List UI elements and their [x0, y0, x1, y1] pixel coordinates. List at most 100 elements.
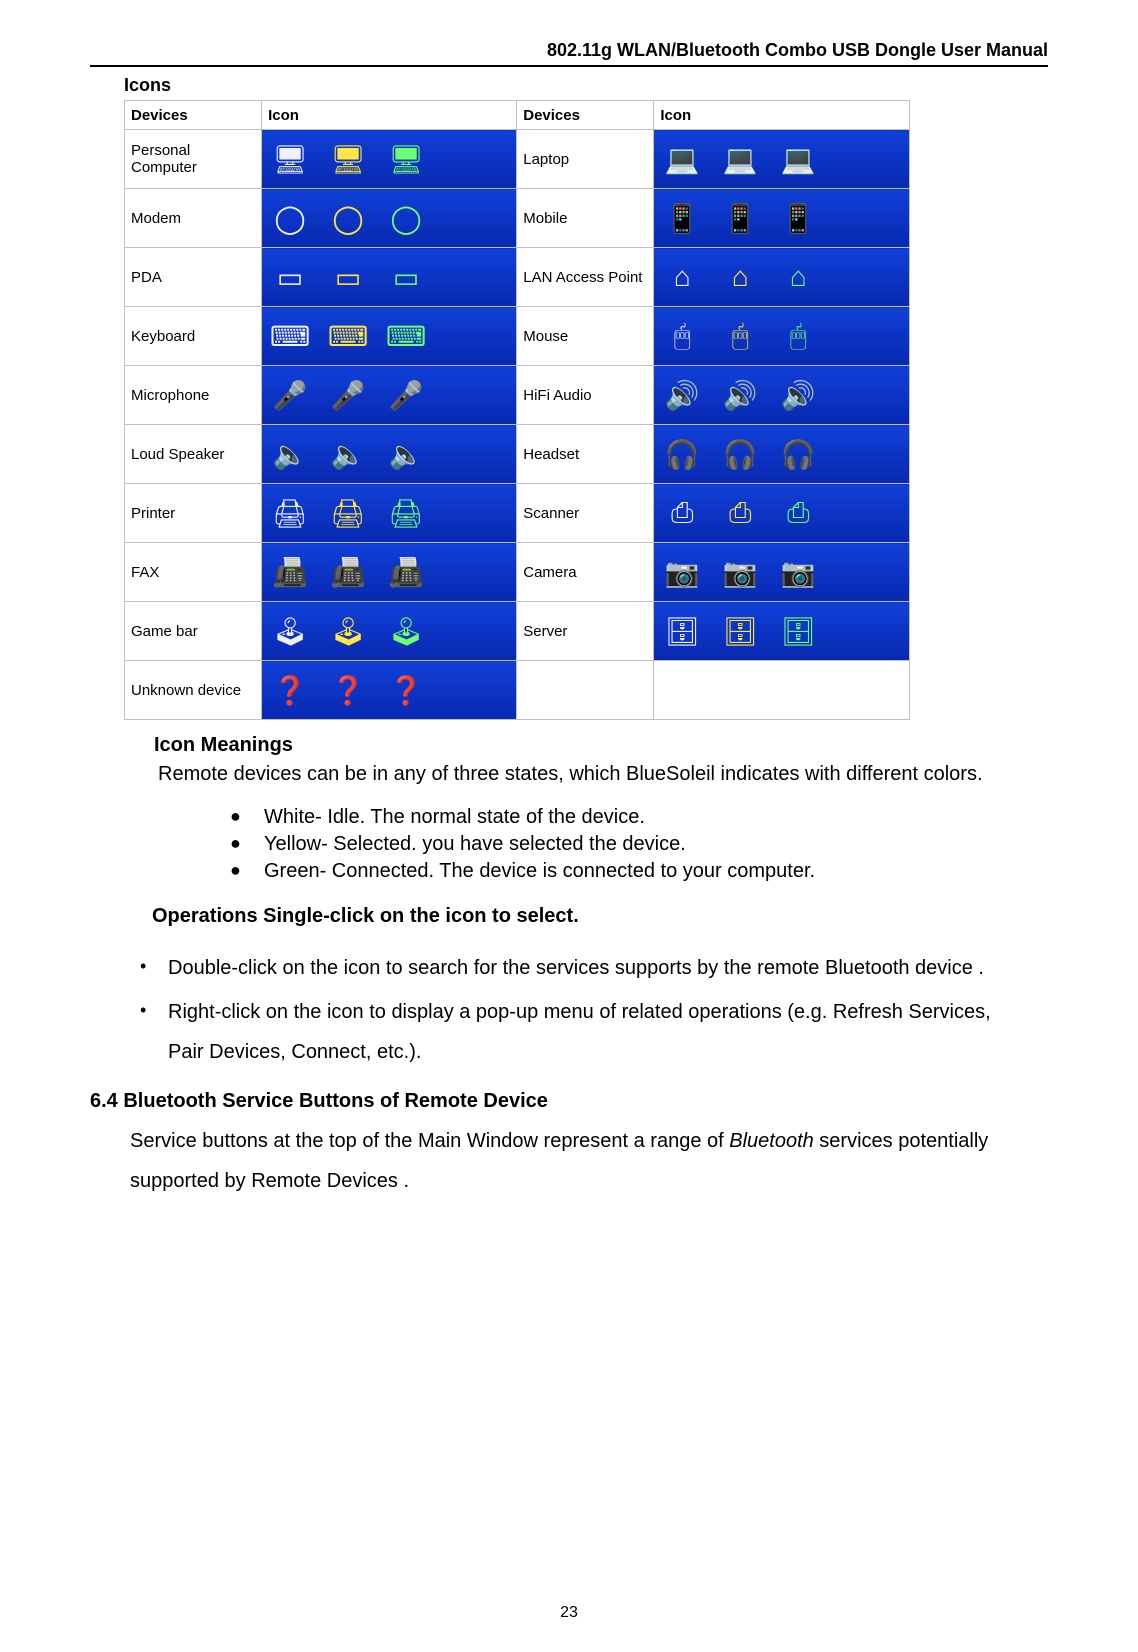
server-icon: 🗄 — [720, 611, 760, 651]
mouse-icon: 🖱 — [662, 316, 702, 356]
icon-meanings-heading: Icon Meanings — [154, 734, 1048, 757]
camera-icon: 📷 — [778, 552, 818, 592]
device-icons-right: ⎙⎙⎙ — [654, 484, 909, 543]
device-icons-left: 🕹 🕹 🕹 — [262, 602, 517, 661]
body-em: Bluetooth — [729, 1130, 814, 1152]
device-label-right: HiFi Audio — [517, 366, 654, 425]
device-icons-left: ▭▭▭ — [262, 248, 517, 307]
state-white: White- Idle. The normal state of the dev… — [230, 804, 1048, 831]
col-icon-2: Icon — [654, 101, 909, 130]
hifi-audio-icon: 🔊 — [778, 375, 818, 415]
laptop-icon: 💻 — [778, 139, 818, 179]
device-icons-left: 🎤🎤🎤 — [262, 366, 517, 425]
icons-title: Icons — [124, 75, 1048, 96]
scanner-icon: ⎙ — [778, 493, 818, 533]
headset-icon: 🎧 — [778, 434, 818, 474]
device-label-right: Mobile — [517, 189, 654, 248]
table-row: Personal Computer🖥🖥🖥Laptop💻💻💻 — [125, 130, 910, 189]
mouse-icon: 🖱 — [720, 316, 760, 356]
device-label-right: Camera — [517, 543, 654, 602]
server-icon: 🗄 — [778, 611, 818, 651]
state-list: White- Idle. The normal state of the dev… — [230, 804, 1048, 885]
icon-meanings-intro: Remote devices can be in any of three st… — [158, 761, 1008, 788]
op-doubleclick: Double-click on the icon to search for t… — [130, 948, 1008, 988]
device-icons-right: 📱 📱 📱 — [654, 189, 909, 248]
camera-icon: 📷 — [720, 552, 760, 592]
page-header: 802.11g WLAN/Bluetooth Combo USB Dongle … — [90, 40, 1048, 67]
personal-computer-icon: 🖥 — [328, 139, 368, 179]
game-bar-icon: 🕹 — [328, 611, 368, 651]
device-icons-right: 🔊🔊🔊 — [654, 366, 909, 425]
table-row: Loud Speaker🔈🔈🔈Headset🎧🎧🎧 — [125, 425, 910, 484]
device-icons-right: 📷 📷 📷 — [654, 543, 909, 602]
device-label-left: Printer — [125, 484, 262, 543]
device-label-right: Mouse — [517, 307, 654, 366]
page-number: 23 — [0, 1604, 1138, 1622]
table-row: Printer🖨🖨🖨Scanner⎙⎙⎙ — [125, 484, 910, 543]
mouse-icon: 🖱 — [778, 316, 818, 356]
device-label-left: Modem — [125, 189, 262, 248]
table-row: Modem◯◯◯Mobile📱📱📱 — [125, 189, 910, 248]
headset-icon: 🎧 — [720, 434, 760, 474]
loud-speaker-icon: 🔈 — [328, 434, 368, 474]
table-row: FAX📠📠📠Camera📷📷📷 — [125, 543, 910, 602]
keyboard-icon: ⌨ — [386, 316, 426, 356]
section-6-4-body: Service buttons at the top of the Main W… — [130, 1121, 1048, 1201]
fax-icon: 📠 — [328, 552, 368, 592]
device-label-left: Unknown device — [125, 661, 262, 720]
server-icon: 🗄 — [662, 611, 702, 651]
device-icons-left: 📠📠📠 — [262, 543, 517, 602]
keyboard-icon: ⌨ — [270, 316, 310, 356]
modem-icon: ◯ — [270, 198, 310, 238]
device-icons-left: ◯◯◯ — [262, 189, 517, 248]
lan-access-point-icon: ⌂ — [778, 257, 818, 297]
pda-icon: ▭ — [386, 257, 426, 297]
device-label-left: PDA — [125, 248, 262, 307]
device-label-right: Laptop — [517, 130, 654, 189]
state-yellow: Yellow- Selected. you have selected the … — [230, 831, 1048, 858]
device-label-left: Microphone — [125, 366, 262, 425]
mobile-icon: 📱 — [720, 198, 760, 238]
device-icons-right: ⌂⌂⌂ — [654, 248, 909, 307]
keyboard-icon: ⌨ — [328, 316, 368, 356]
camera-icon: 📷 — [662, 552, 702, 592]
device-label-right: Server — [517, 602, 654, 661]
hifi-audio-icon: 🔊 — [720, 375, 760, 415]
device-label-left: Keyboard — [125, 307, 262, 366]
device-label-left: Game bar — [125, 602, 262, 661]
device-icons-left: ⌨ ⌨ ⌨ — [262, 307, 517, 366]
game-bar-icon: 🕹 — [386, 611, 426, 651]
table-row: Microphone🎤🎤🎤HiFi Audio🔊🔊🔊 — [125, 366, 910, 425]
body-pre: Service buttons at the top of the Main W… — [130, 1130, 729, 1152]
unknown-device-icon: ❓ — [328, 670, 368, 710]
mobile-icon: 📱 — [778, 198, 818, 238]
game-bar-icon: 🕹 — [270, 611, 310, 651]
table-row: PDA▭▭▭LAN Access Point⌂⌂⌂ — [125, 248, 910, 307]
device-icons-right: 🎧🎧🎧 — [654, 425, 909, 484]
col-icon-1: Icon — [262, 101, 517, 130]
device-icons-left: 🖥 🖥 🖥 — [262, 130, 517, 189]
device-label-left: Loud Speaker — [125, 425, 262, 484]
fax-icon: 📠 — [270, 552, 310, 592]
laptop-icon: 💻 — [662, 139, 702, 179]
unknown-device-icon: ❓ — [270, 670, 310, 710]
mobile-icon: 📱 — [662, 198, 702, 238]
icons-table: Devices Icon Devices Icon Personal Compu… — [124, 100, 910, 720]
personal-computer-icon: 🖥 — [386, 139, 426, 179]
laptop-icon: 💻 — [720, 139, 760, 179]
device-label-right: LAN Access Point — [517, 248, 654, 307]
device-label-right: Headset — [517, 425, 654, 484]
printer-icon: 🖨 — [386, 493, 426, 533]
table-row: Game bar🕹🕹🕹Server🗄🗄🗄 — [125, 602, 910, 661]
microphone-icon: 🎤 — [270, 375, 310, 415]
lan-access-point-icon: ⌂ — [720, 257, 760, 297]
unknown-device-icon: ❓ — [386, 670, 426, 710]
table-row: Keyboard⌨⌨⌨Mouse🖱🖱🖱 — [125, 307, 910, 366]
personal-computer-icon: 🖥 — [270, 139, 310, 179]
printer-icon: 🖨 — [270, 493, 310, 533]
state-green: Green- Connected. The device is connecte… — [230, 858, 1048, 885]
device-icons-left: ❓ ❓ ❓ — [262, 661, 517, 720]
device-icons-left: 🔈🔈🔈 — [262, 425, 517, 484]
loud-speaker-icon: 🔈 — [270, 434, 310, 474]
device-icons-right: 💻 💻 💻 — [654, 130, 909, 189]
